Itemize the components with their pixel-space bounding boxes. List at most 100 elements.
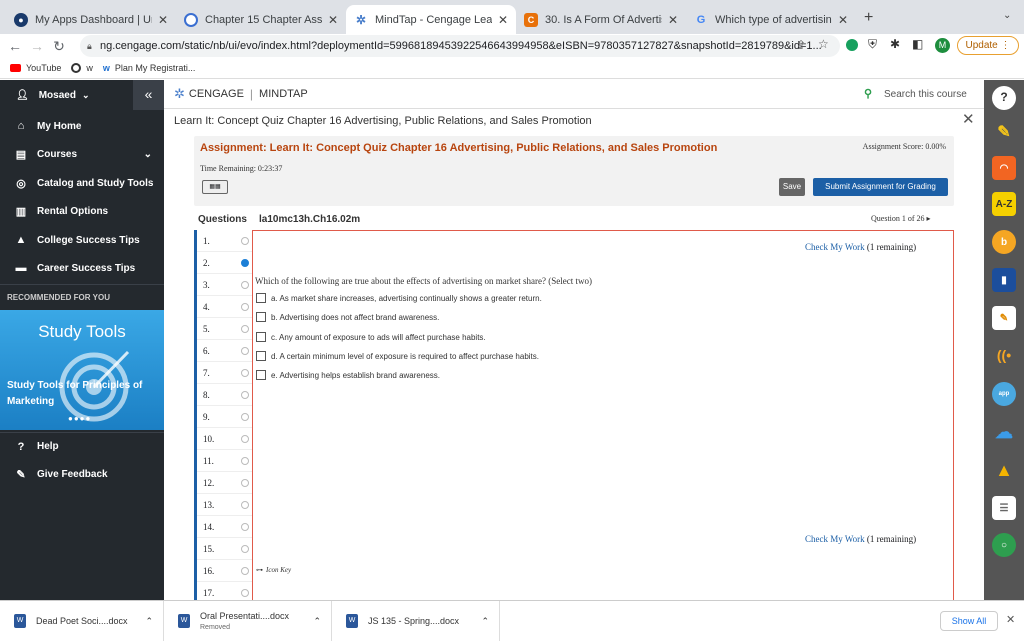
close-tab-icon[interactable]: ✕	[668, 13, 678, 27]
checkbox[interactable]	[256, 351, 266, 361]
checkbox[interactable]	[256, 332, 266, 342]
option-c[interactable]: c. Any amount of exposure to ads will af…	[256, 332, 486, 342]
sidebar-item-career-tips[interactable]: ▬ Career Success Tips	[0, 254, 164, 282]
download-item[interactable]: W Oral Presentati....docx Removed ⌃	[164, 601, 332, 641]
calculator-icon[interactable]: ▦▦	[202, 180, 228, 194]
download-item[interactable]: W Dead Poet Soci....docx ⌃	[0, 601, 164, 641]
puzzle-extensions-icon[interactable]: ✱	[890, 37, 900, 51]
tab-search-chevron-icon[interactable]: ⌄	[1003, 10, 1011, 21]
sidebar-item-feedback[interactable]: ✎ Give Feedback	[0, 460, 164, 488]
question-list-item[interactable]: 8.	[197, 384, 252, 406]
search-input[interactable]: Search this course	[884, 89, 967, 100]
question-list-item[interactable]: 17.	[197, 582, 252, 600]
question-list-item[interactable]: 6.	[197, 340, 252, 362]
close-activity-button[interactable]: ✕	[962, 110, 975, 128]
ebook-icon[interactable]: ▮	[992, 268, 1016, 292]
forward-arrow-icon[interactable]: →	[26, 38, 48, 54]
sidebar-item-courses[interactable]: ▤ Courses ⌄	[0, 140, 164, 168]
bookmark-plan[interactable]: w Plan My Registrati...	[103, 63, 196, 73]
question-list-item[interactable]: 4.	[197, 296, 252, 318]
sidebar-item-catalog[interactable]: ◎ Catalog and Study Tools	[0, 169, 164, 197]
question-list-item[interactable]: 3.	[197, 274, 252, 296]
profile-avatar[interactable]: M	[935, 38, 950, 53]
onedrive-cloud-icon[interactable]: ☁	[992, 420, 1016, 444]
download-item[interactable]: W JS 135 - Spring....docx ⌃	[332, 601, 500, 641]
new-tab-button[interactable]: +	[864, 9, 873, 27]
close-downloads-icon[interactable]: ✕	[1006, 613, 1015, 626]
question-counter[interactable]: Question 1 of 26 ▸	[871, 214, 931, 223]
checkbox[interactable]	[256, 370, 266, 380]
question-list-item[interactable]: 7.	[197, 362, 252, 384]
bookmark-w[interactable]: w	[71, 63, 93, 73]
notes-icon[interactable]: ✎	[992, 306, 1016, 330]
sidebar-item-college-tips[interactable]: ▲ College Success Tips	[0, 226, 164, 254]
carousel-dots[interactable]: ●●●●	[68, 414, 91, 423]
sidebar-item-help[interactable]: ? Help	[0, 432, 164, 460]
google-drive-icon[interactable]: ▲	[992, 458, 1016, 482]
bookmarks-bar: YouTube w w Plan My Registrati...	[0, 58, 1024, 79]
show-all-downloads-button[interactable]: Show All	[940, 611, 998, 631]
save-button[interactable]: Save	[779, 178, 805, 196]
checkbox[interactable]	[256, 293, 266, 303]
close-tab-icon[interactable]: ✕	[498, 13, 508, 27]
url-field[interactable]: 🔒︎ ng.cengage.com/static/nb/ui/evo/index…	[80, 35, 840, 57]
collapse-sidebar-button[interactable]: «	[133, 80, 164, 110]
sidepanel-icon[interactable]: ◧	[912, 37, 923, 51]
close-tab-icon[interactable]: ✕	[158, 13, 168, 27]
user-menu[interactable]: 👤︎ Mosaed ⌄	[0, 80, 133, 110]
reload-icon[interactable]: ↻	[48, 38, 70, 55]
checkbox[interactable]	[256, 312, 266, 322]
sidebar-item-my-home[interactable]: ⌂ My Home	[0, 112, 164, 140]
option-a[interactable]: a. As market share increases, advertisin…	[256, 293, 542, 303]
circle-app-icon[interactable]: ○	[992, 533, 1016, 557]
a-z-glossary-icon[interactable]: A-Z	[992, 192, 1016, 216]
chevron-up-icon[interactable]: ⌃	[145, 616, 153, 627]
chevron-up-icon[interactable]: ⌃	[313, 616, 321, 627]
option-e[interactable]: e. Advertising helps establish brand awa…	[256, 370, 440, 380]
question-list-item[interactable]: 11.	[197, 450, 252, 472]
close-tab-icon[interactable]: ✕	[838, 13, 848, 27]
question-list-item[interactable]: 1.	[197, 230, 252, 252]
option-d[interactable]: d. A certain minimum level of exposure i…	[256, 351, 539, 361]
question-list-item[interactable]: 12.	[197, 472, 252, 494]
browser-tab-dashboard[interactable]: ● My Apps Dashboard | Universi ✕	[6, 5, 176, 34]
share-icon[interactable]: ⇪	[796, 38, 806, 52]
shield-extension-icon[interactable]: ⛨	[868, 37, 877, 52]
option-b[interactable]: b. Advertising does not affect brand awa…	[256, 312, 439, 322]
question-list-item[interactable]: 13.	[197, 494, 252, 516]
study-tools-promo[interactable]: Study Tools Study Tools for Principles o…	[0, 310, 164, 430]
assignment-title: Assignment: Learn It: Concept Quiz Chapt…	[200, 142, 718, 154]
bookmark-youtube[interactable]: YouTube	[10, 63, 61, 73]
browser-tab-google[interactable]: G Which type of advertising appe ✕	[686, 5, 856, 34]
readspeaker-icon[interactable]: ((•	[992, 343, 1016, 367]
document-icon[interactable]: ☰	[992, 496, 1016, 520]
submit-assignment-button[interactable]: Submit Assignment for Grading	[813, 178, 948, 196]
question-list-item[interactable]: 15.	[197, 538, 252, 560]
address-bar-row: ← → ↻ 🔒︎ ng.cengage.com/static/nb/ui/evo…	[0, 34, 1024, 58]
update-button[interactable]: Update ⋮	[957, 36, 1019, 55]
question-list-item[interactable]: 16.	[197, 560, 252, 582]
question-list-item[interactable]: 2.	[197, 252, 252, 274]
help-circle-icon[interactable]: ?	[992, 86, 1016, 110]
aplia-icon[interactable]: b	[992, 230, 1016, 254]
rss-icon[interactable]: ◠	[992, 156, 1016, 180]
browser-tab-mindtap[interactable]: ✲ MindTap - Cengage Learning ✕	[346, 5, 516, 34]
icon-key[interactable]: ⊶ Icon Key	[256, 566, 291, 574]
question-list-item[interactable]: 9.	[197, 406, 252, 428]
back-arrow-icon[interactable]: ←	[4, 38, 26, 54]
check-my-work-bottom[interactable]: Check My Work (1 remaining)	[805, 534, 916, 544]
pencil-highlight-icon[interactable]: ✎	[992, 120, 1016, 144]
browser-tab-advertising[interactable]: C 30. Is A Form Of Advertising D ✕	[516, 5, 686, 34]
bookmark-star-icon[interactable]: ☆	[818, 37, 829, 51]
sidebar-item-rental[interactable]: ▥ Rental Options	[0, 197, 164, 225]
close-tab-icon[interactable]: ✕	[328, 13, 338, 27]
check-my-work-top[interactable]: Check My Work (1 remaining)	[805, 242, 916, 252]
browser-tab-chapter15[interactable]: Chapter 15 Chapter Assignmen ✕	[176, 5, 346, 34]
chevron-up-icon[interactable]: ⌃	[481, 616, 489, 627]
question-list-item[interactable]: 14.	[197, 516, 252, 538]
question-list-item[interactable]: 5.	[197, 318, 252, 340]
question-list-item[interactable]: 10.	[197, 428, 252, 450]
grammarly-extension-icon[interactable]	[846, 39, 858, 51]
promo-title: Study Tools	[38, 322, 126, 341]
cengage-app-icon[interactable]: app	[992, 382, 1016, 406]
